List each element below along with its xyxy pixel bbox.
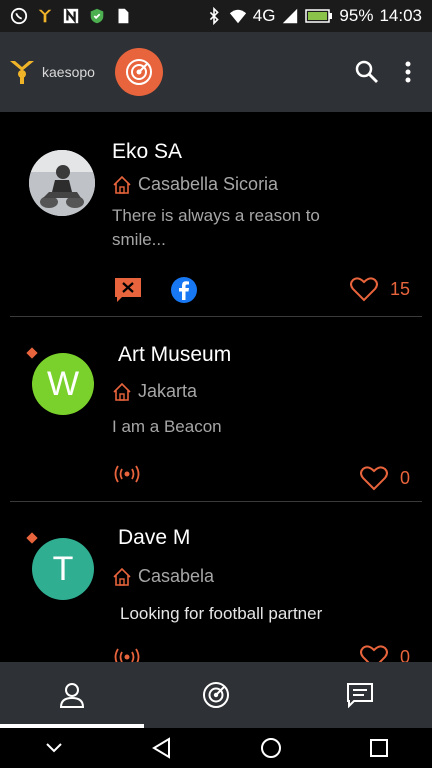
home-icon bbox=[113, 567, 131, 586]
clock: 14:03 bbox=[379, 6, 422, 25]
like-count: 15 bbox=[389, 278, 410, 299]
location-label: Jakarta bbox=[138, 381, 198, 401]
radar-icon bbox=[203, 682, 229, 708]
avatar[interactable]: W bbox=[32, 353, 94, 415]
user-name[interactable]: Art Museum bbox=[118, 343, 231, 367]
beacon-signal-icon[interactable] bbox=[114, 465, 140, 483]
heart-icon[interactable] bbox=[349, 276, 378, 302]
home-icon bbox=[113, 382, 131, 401]
user-bio: Looking for football partner bbox=[120, 604, 323, 623]
avatar-letter: T bbox=[52, 549, 74, 588]
tab-profile[interactable] bbox=[0, 662, 144, 728]
people-feed[interactable]: Eko SA Casabella Sicoria There is always… bbox=[0, 112, 432, 662]
profile-icon bbox=[59, 683, 85, 708]
wifi-icon bbox=[229, 9, 246, 24]
bluetooth-icon bbox=[209, 7, 219, 25]
avatar[interactable]: T bbox=[32, 538, 94, 600]
signal-icon bbox=[283, 8, 298, 24]
like-group[interactable]: 0 bbox=[359, 644, 410, 663]
logo-text: kaesopo bbox=[42, 64, 95, 80]
kaesopo-notification-icon bbox=[38, 9, 52, 23]
status-bar: 4G 95% 14:03 bbox=[0, 0, 432, 32]
bottom-navigation bbox=[0, 662, 432, 728]
avatar-letter: W bbox=[46, 364, 80, 403]
card-actions bbox=[114, 276, 198, 304]
network-label: 4G bbox=[252, 6, 276, 25]
back-icon[interactable] bbox=[151, 737, 173, 759]
user-name[interactable]: Eko SA bbox=[112, 140, 182, 164]
more-options-icon[interactable] bbox=[404, 60, 412, 84]
chat-icon bbox=[347, 683, 373, 708]
home-circle-icon[interactable] bbox=[260, 737, 282, 759]
radar-icon bbox=[125, 59, 152, 85]
app-bar: kaesopo bbox=[0, 32, 432, 112]
list-item[interactable]: T Dave M Casabela Looking for football p… bbox=[10, 502, 422, 662]
user-location: Jakarta bbox=[112, 381, 197, 402]
user-bio: I am a Beacon bbox=[112, 417, 222, 436]
document-icon bbox=[118, 8, 129, 24]
shield-icon bbox=[90, 8, 104, 24]
like-count: 0 bbox=[399, 467, 410, 488]
system-navigation bbox=[0, 728, 432, 768]
recents-icon[interactable] bbox=[369, 738, 389, 758]
battery-label: 95% bbox=[339, 6, 374, 25]
tab-radar[interactable] bbox=[144, 662, 288, 728]
facebook-icon[interactable] bbox=[170, 276, 198, 304]
whatsapp-icon bbox=[10, 7, 28, 25]
n-icon bbox=[63, 8, 79, 24]
location-label: Casabella Sicoria bbox=[138, 174, 279, 194]
home-icon bbox=[113, 175, 131, 194]
battery-icon bbox=[305, 9, 333, 23]
like-group[interactable]: 15 bbox=[349, 276, 410, 302]
tab-chat[interactable] bbox=[288, 662, 432, 728]
avatar[interactable] bbox=[29, 150, 95, 216]
user-bio: There is always a reason to smile... bbox=[112, 206, 320, 249]
beacon-indicator bbox=[26, 532, 38, 544]
list-item[interactable]: Eko SA Casabella Sicoria There is always… bbox=[10, 112, 422, 317]
location-label: Casabela bbox=[138, 566, 215, 586]
app-logo[interactable]: kaesopo bbox=[10, 59, 95, 85]
beacon-signal-icon[interactable] bbox=[114, 648, 140, 662]
like-count: 0 bbox=[399, 646, 410, 663]
beacon-indicator bbox=[26, 347, 38, 359]
like-group[interactable]: 0 bbox=[359, 465, 410, 491]
user-location: Casabella Sicoria bbox=[112, 174, 278, 195]
card-actions bbox=[114, 648, 140, 662]
message-close-icon[interactable] bbox=[114, 277, 142, 303]
radar-button[interactable] bbox=[114, 48, 163, 96]
heart-icon[interactable] bbox=[359, 465, 388, 491]
chevron-down-icon[interactable] bbox=[44, 741, 64, 755]
card-actions bbox=[114, 465, 140, 483]
search-icon[interactable] bbox=[354, 59, 380, 85]
list-item[interactable]: W Art Museum Jakarta I am a Beacon 0 bbox=[10, 317, 422, 502]
user-name[interactable]: Dave M bbox=[118, 526, 190, 550]
user-location: Casabela bbox=[112, 566, 214, 587]
heart-icon[interactable] bbox=[359, 644, 388, 662]
kaesopo-logo-icon bbox=[10, 61, 34, 84]
avatar-photo bbox=[29, 150, 95, 216]
